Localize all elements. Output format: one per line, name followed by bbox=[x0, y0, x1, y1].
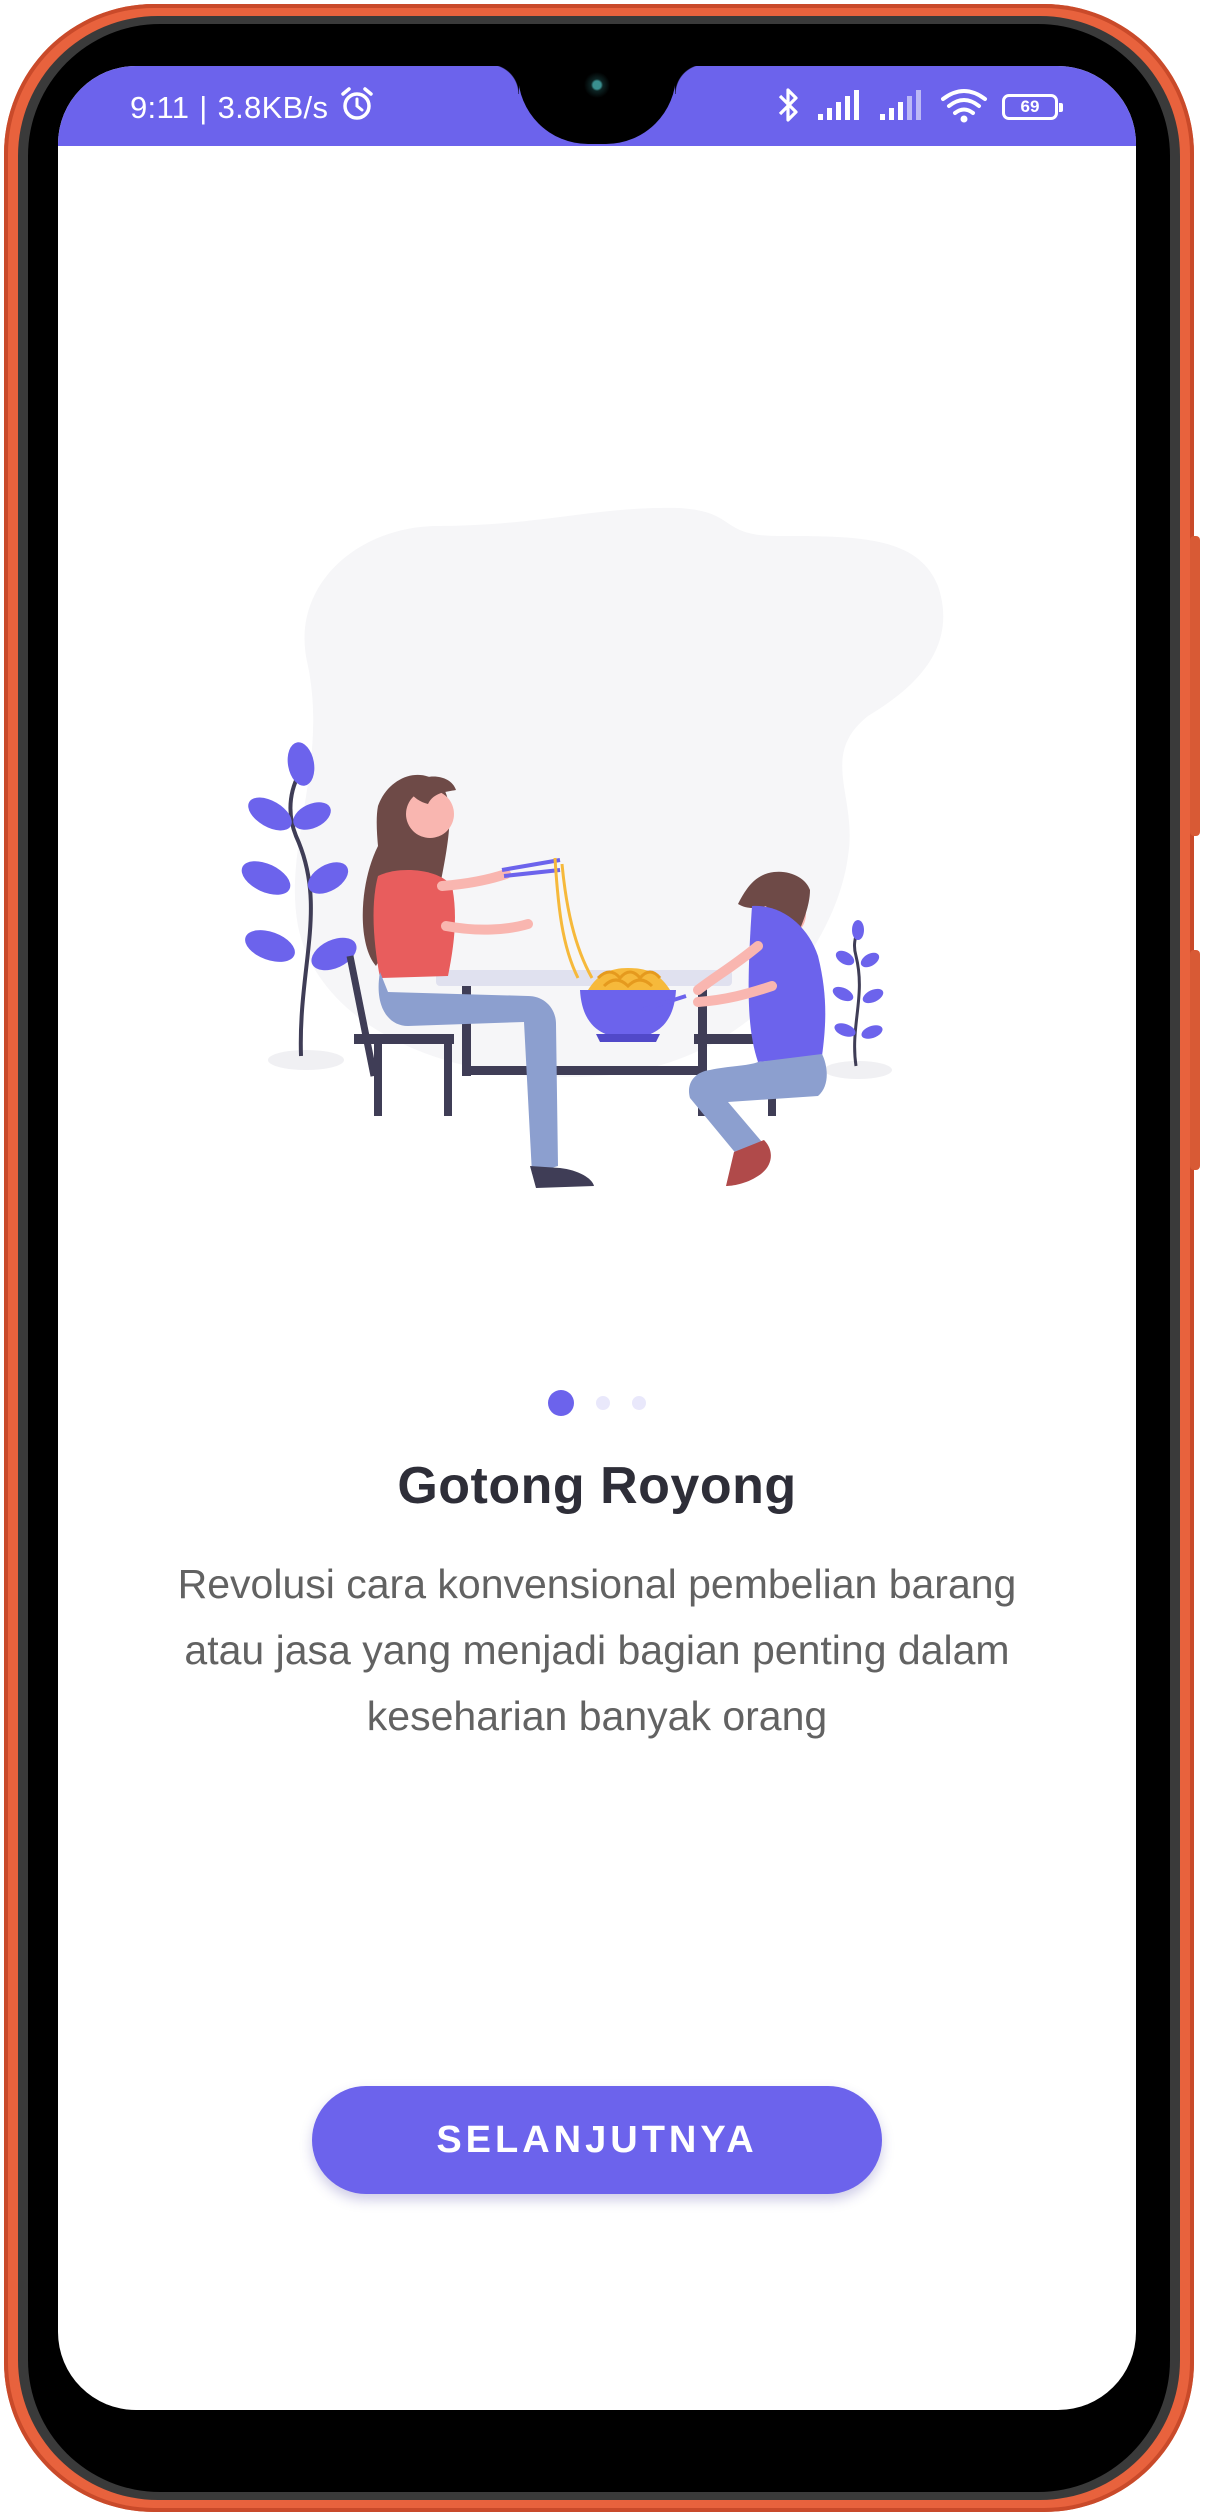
page-dot[interactable] bbox=[632, 1396, 646, 1410]
screen: 9:11 | 3.8KB/s 69 Gotong Royong Revolusi… bbox=[58, 66, 1136, 2410]
plant-right-icon bbox=[832, 920, 884, 1067]
description-line: Revolusi cara konvensional pembelian bar… bbox=[177, 1561, 1017, 1607]
ground-shadow-right bbox=[824, 1061, 892, 1079]
description-line: keseharian banyak orang bbox=[366, 1693, 828, 1739]
onboarding-description: Revolusi cara konvensional pembelian bar… bbox=[138, 1551, 1056, 1749]
next-button[interactable]: SELANJUTNYA bbox=[312, 2086, 882, 2194]
page-dot-active[interactable] bbox=[548, 1390, 574, 1416]
power-button bbox=[1190, 950, 1200, 1170]
page-dot[interactable] bbox=[596, 1396, 610, 1410]
description-line: atau jasa yang menjadi bagian penting da… bbox=[184, 1627, 1010, 1673]
couple-eating-noodles-illustration bbox=[241, 507, 944, 1188]
page-indicator bbox=[58, 1388, 1136, 1418]
volume-button bbox=[1190, 536, 1200, 836]
ground-shadow-left bbox=[268, 1050, 344, 1070]
onboarding-title: Gotong Royong bbox=[397, 1457, 797, 1515]
